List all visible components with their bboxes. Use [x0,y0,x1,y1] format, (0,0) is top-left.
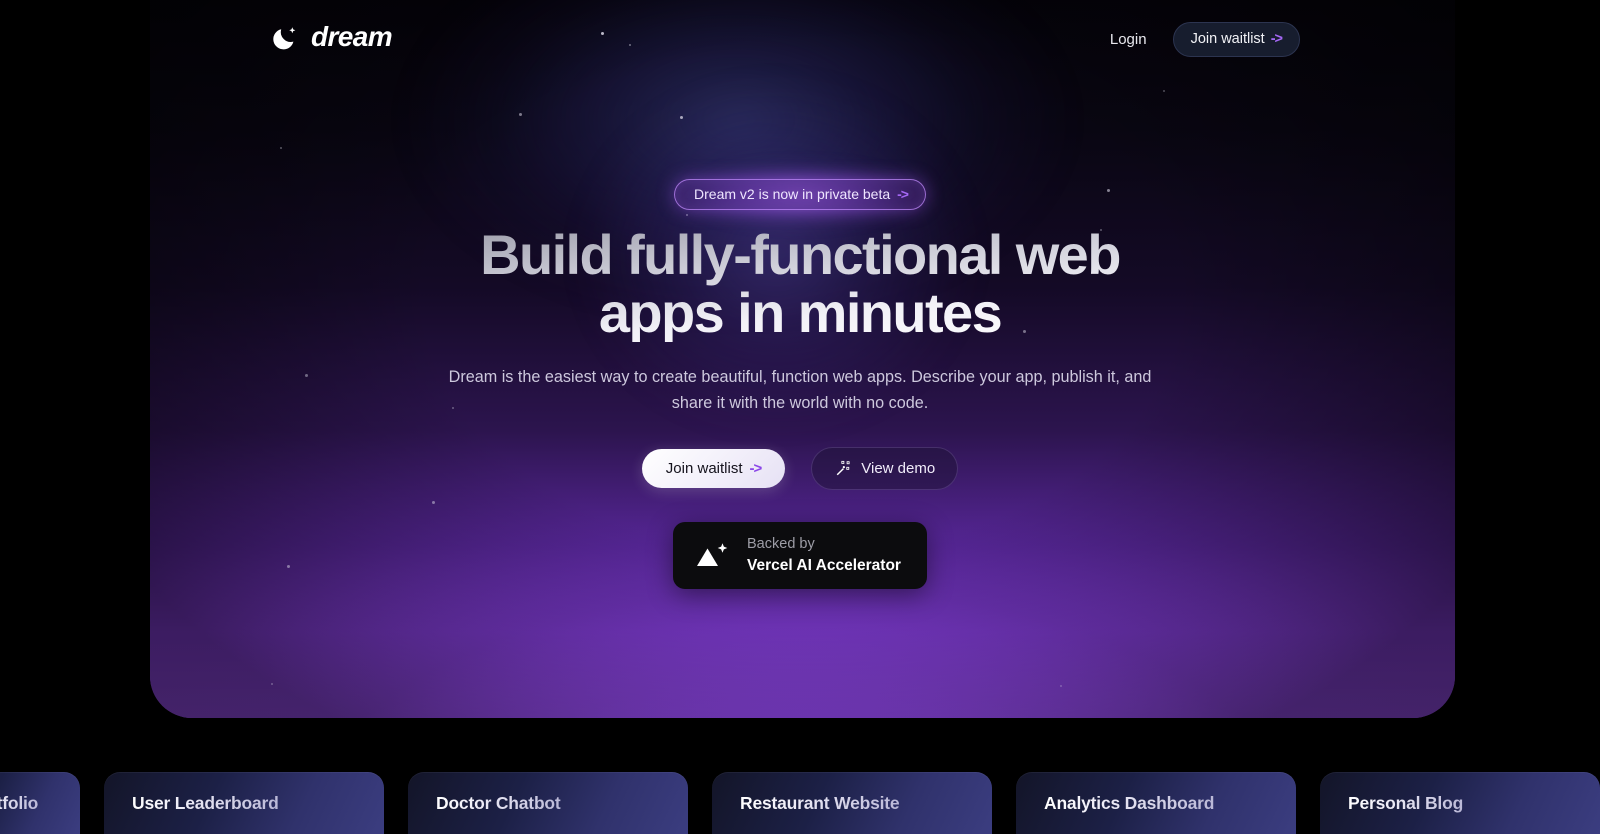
showcase-card[interactable]: Personal Blog [1320,772,1600,834]
announcement-badge-wrap: Dream v2 is now in private beta -> [650,157,950,232]
arrow-right-icon: -> [1270,31,1283,47]
view-demo-label: View demo [861,460,936,478]
view-demo-button[interactable]: View demo [811,447,959,491]
backed-by-name: Vercel AI Accelerator [747,556,901,574]
star-dot [680,116,683,119]
star-dot [280,147,282,149]
showcase-card[interactable]: User Leaderboard [104,772,384,834]
announcement-badge[interactable]: Dream v2 is now in private beta -> [674,179,926,210]
magic-wand-icon [834,460,851,477]
showcase-card-strip: Portfolio User Leaderboard Doctor Chatbo… [0,772,1600,834]
arrow-right-icon: -> [897,186,909,202]
showcase-card[interactable]: Restaurant Website [712,772,992,834]
header-actions: Login Join waitlist -> [1106,22,1300,57]
showcase-card-title: Doctor Chatbot [436,792,561,813]
star-dot [287,565,290,568]
star-dot [1107,189,1110,192]
showcase-card-title: Analytics Dashboard [1044,792,1215,813]
brand-logo[interactable]: dream [272,21,393,52]
showcase-card[interactable]: Analytics Dashboard [1016,772,1296,834]
vercel-triangle-sparkle-icon [695,541,731,571]
announcement-badge-label: Dream v2 is now in private beta [694,186,891,202]
showcase-card-title: Portfolio [0,793,38,814]
showcase-card[interactable]: Doctor Chatbot [408,772,688,834]
hero-backdrop [150,0,1455,718]
join-waitlist-label: Join waitlist [665,460,743,478]
hero-subtitle: Dream is the easiest way to create beaut… [448,367,1152,413]
showcase-card-title: Restaurant Website [740,792,900,813]
join-waitlist-button[interactable]: Join waitlist -> [641,449,786,489]
hero-cta-row: Join waitlist -> View demo [641,447,959,491]
page-title: Build fully-functional web apps in minut… [420,226,1180,342]
arrow-right-icon: -> [749,460,763,478]
join-waitlist-header-label: Join waitlist [1190,31,1265,47]
showcase-card-title: Personal Blog [1348,792,1464,813]
backed-by-card[interactable]: Backed by Vercel AI Accelerator [673,522,927,590]
backed-by-text: Backed by Vercel AI Accelerator [747,536,901,575]
star-dot [1163,90,1165,92]
showcase-card-title: User Leaderboard [132,792,279,813]
brand-name: dream [311,21,393,52]
crescent-moon-sparkle-icon [272,22,302,52]
star-dot [305,374,308,377]
showcase-card[interactable]: Portfolio [0,772,80,834]
landing-page: dream Login Join waitlist -> Dream v2 is… [0,0,1600,834]
site-header: dream Login Join waitlist -> [0,0,1600,76]
star-dot [271,683,273,685]
login-button[interactable]: Login [1106,26,1151,53]
star-dot [432,501,435,504]
star-dot [519,113,522,116]
join-waitlist-header-button[interactable]: Join waitlist -> [1172,22,1300,57]
star-dot [1060,685,1062,687]
backed-by-label: Backed by [747,536,815,553]
